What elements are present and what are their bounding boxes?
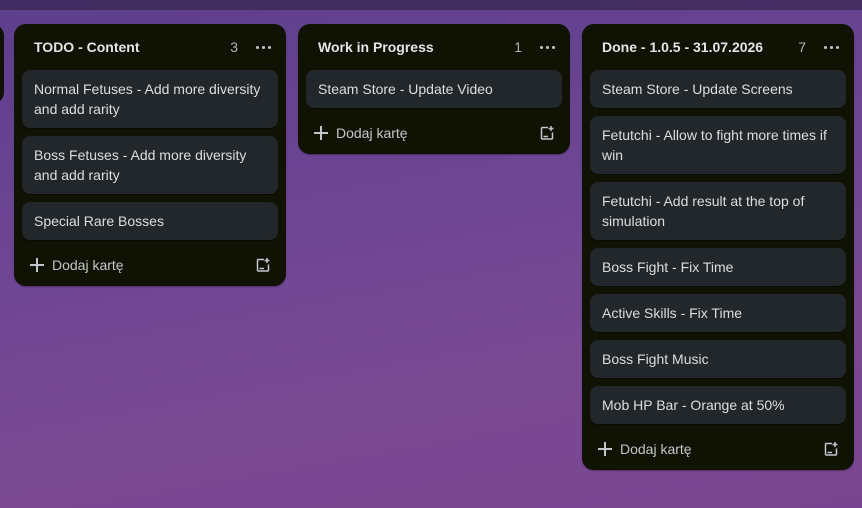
card-count: 3 <box>230 39 238 55</box>
list-header: TODO - Content 3 <box>14 24 286 70</box>
card-count: 1 <box>514 39 522 55</box>
list-header: Work in Progress 1 <box>298 24 570 70</box>
list-footer: Dodaj kartę <box>582 428 854 470</box>
card-list: Steam Store - Update Screens Fetutchi - … <box>582 70 854 424</box>
list-header: Done - 1.0.5 - 31.07.2026 7 <box>582 24 854 70</box>
card-list: Steam Store - Update Video <box>298 70 570 108</box>
card[interactable]: Steam Store - Update Screens <box>590 70 846 108</box>
add-card-button[interactable]: Dodaj kartę <box>30 257 248 273</box>
list-menu-button[interactable] <box>248 33 278 61</box>
add-card-label: Dodaj kartę <box>52 257 124 273</box>
card[interactable]: Boss Fetuses - Add more diversity and ad… <box>22 136 278 194</box>
card[interactable]: Active Skills - Fix Time <box>590 294 846 332</box>
create-from-template-button[interactable] <box>816 435 846 463</box>
card[interactable]: Fetutchi - Add result at the top of simu… <box>590 182 846 240</box>
create-from-template-button[interactable] <box>532 119 562 147</box>
card[interactable]: Normal Fetuses - Add more diversity and … <box>22 70 278 128</box>
card[interactable]: Mob HP Bar - Orange at 50% <box>590 386 846 424</box>
plus-icon <box>314 126 328 140</box>
list-title[interactable]: Done - 1.0.5 - 31.07.2026 <box>602 39 798 55</box>
card[interactable]: Boss Fight Music <box>590 340 846 378</box>
plus-icon <box>598 442 612 456</box>
more-horizontal-icon <box>823 45 827 49</box>
create-from-template-button[interactable] <box>248 251 278 279</box>
list-menu-button[interactable] <box>816 33 846 61</box>
add-card-label: Dodaj kartę <box>336 125 408 141</box>
plus-icon <box>30 258 44 272</box>
card-template-icon <box>540 126 554 140</box>
more-horizontal-icon <box>255 45 259 49</box>
add-card-label: Dodaj kartę <box>620 441 692 457</box>
card[interactable]: Steam Store - Update Video <box>306 70 562 108</box>
list-done: Done - 1.0.5 - 31.07.2026 7 Steam Store … <box>582 24 854 470</box>
list-footer: Dodaj kartę <box>298 112 570 154</box>
more-horizontal-icon <box>539 45 543 49</box>
card-list: Normal Fetuses - Add more diversity and … <box>14 70 286 240</box>
list-menu-button[interactable] <box>532 33 562 61</box>
card-template-icon <box>256 258 270 272</box>
previous-list-edge <box>0 24 4 104</box>
list-todo-content: TODO - Content 3 Normal Fetuses - Add mo… <box>14 24 286 286</box>
card-template-icon <box>824 442 838 456</box>
list-work-in-progress: Work in Progress 1 Steam Store - Update … <box>298 24 570 154</box>
list-title[interactable]: TODO - Content <box>34 39 230 55</box>
card[interactable]: Boss Fight - Fix Time <box>590 248 846 286</box>
add-card-button[interactable]: Dodaj kartę <box>598 441 816 457</box>
board-header-strip <box>0 0 862 10</box>
card-count: 7 <box>798 39 806 55</box>
card[interactable]: Special Rare Bosses <box>22 202 278 240</box>
list-title[interactable]: Work in Progress <box>318 39 514 55</box>
card[interactable]: Fetutchi - Allow to fight more times if … <box>590 116 846 174</box>
add-card-button[interactable]: Dodaj kartę <box>314 125 532 141</box>
list-footer: Dodaj kartę <box>14 244 286 286</box>
